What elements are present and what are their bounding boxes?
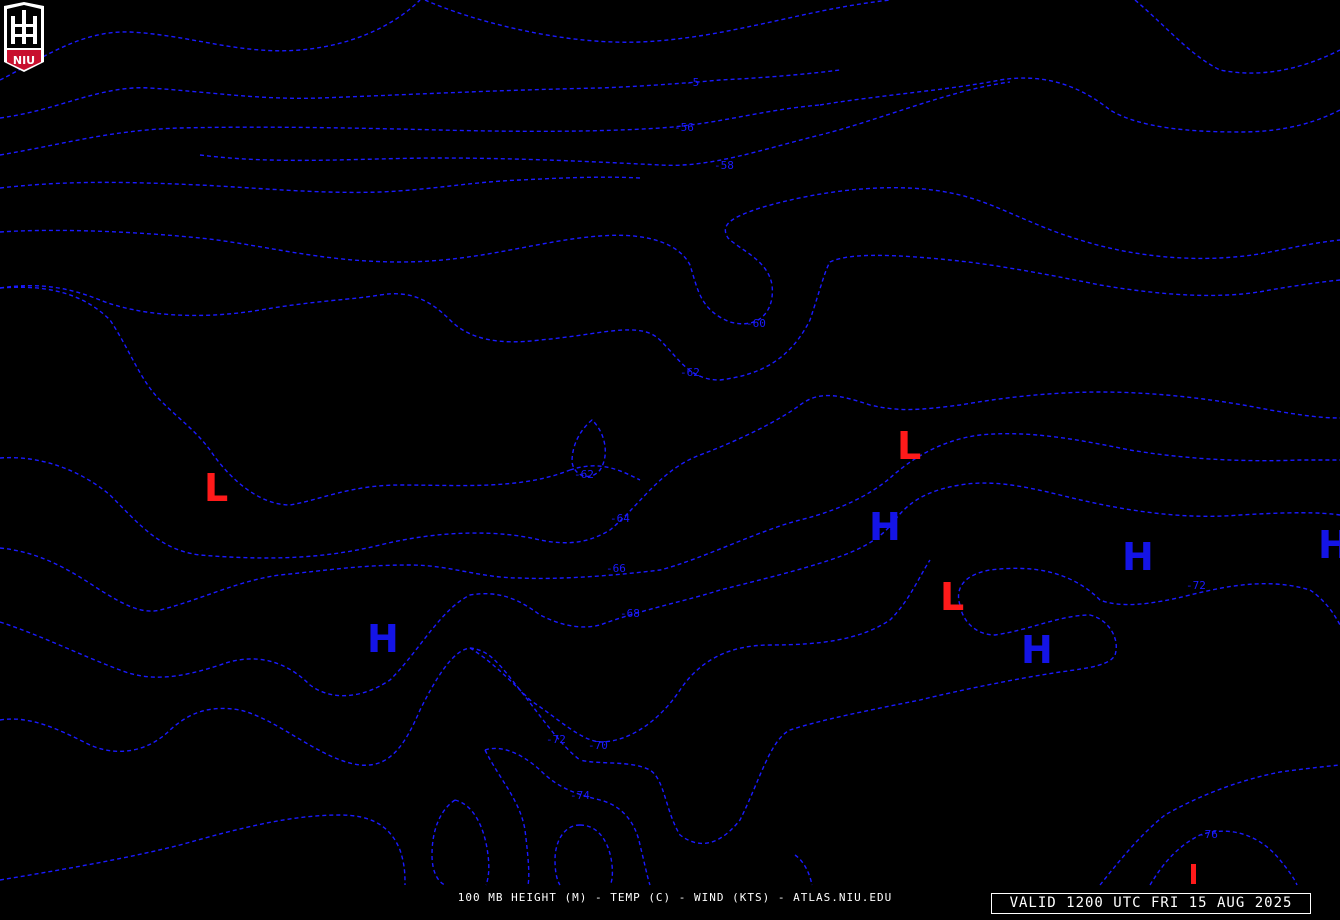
isotherm-line	[0, 176, 641, 194]
isotherm-line	[484, 749, 530, 886]
isotherm-line	[484, 747, 651, 886]
isotherm-label: -68	[620, 607, 640, 620]
isotherm-label: -66	[606, 562, 626, 575]
low-pressure-center: L	[940, 575, 964, 619]
isotherm-line	[554, 824, 581, 886]
isotherm-line	[0, 0, 421, 81]
high-pressure-center: H	[1122, 535, 1154, 579]
isotherm-line	[1134, 0, 1340, 74]
isotherm-line	[424, 0, 891, 43]
logo-text: NIU	[13, 54, 35, 67]
isotherm-label: -74	[570, 789, 590, 802]
weather-map: -5 -56 -58 -60 -62 -62 -64 -66 -68 -70 -…	[0, 0, 1340, 920]
isotherm-line	[0, 814, 406, 886]
isotherm-label: -72	[1186, 579, 1206, 592]
isotherm-line	[0, 254, 1340, 381]
isotherm-line	[1099, 764, 1340, 886]
niu-logo: NIU	[4, 2, 44, 72]
isotherm-line	[0, 104, 821, 156]
isotherm-line	[0, 187, 1340, 325]
isotherm-label: -72	[546, 733, 566, 746]
isotherm-line	[0, 69, 841, 119]
high-pressure-center: H	[869, 505, 901, 549]
isotherm-label: -62	[680, 366, 700, 379]
pressure-centers: H H H H H L L L	[204, 424, 1340, 884]
low-pressure-center: L	[204, 466, 228, 510]
isotherm-line	[454, 799, 490, 886]
isotherm-label: -62	[574, 468, 594, 481]
isotherm-line	[0, 286, 571, 506]
valid-time-box: VALID 1200 UTC FRI 15 AUG 2025	[991, 893, 1311, 914]
high-pressure-center: H	[1318, 523, 1340, 567]
high-pressure-center: H	[1021, 628, 1053, 672]
isotherm-label: -5	[686, 76, 699, 89]
low-pressure-center: L	[897, 424, 921, 468]
isotherm-line	[0, 433, 1340, 612]
low-pressure-center-partial	[1191, 864, 1196, 884]
high-pressure-center: H	[367, 617, 399, 661]
isotherm-line	[819, 77, 1340, 133]
isotherm-line	[1149, 830, 1298, 886]
isotherm-line	[794, 854, 813, 886]
isotherm-lines	[0, 0, 1340, 886]
isotherm-label: -76	[1198, 828, 1218, 841]
isotherm-label: -60	[746, 317, 766, 330]
isotherm-line	[431, 799, 456, 886]
isotherm-labels: -5 -56 -58 -60 -62 -62 -64 -66 -68 -70 -…	[546, 76, 1218, 841]
isotherm-label: -70	[588, 739, 608, 752]
isotherm-line	[199, 81, 1011, 167]
isotherm-line	[579, 824, 614, 886]
map-canvas: -5 -56 -58 -60 -62 -62 -64 -66 -68 -70 -…	[0, 0, 1340, 886]
isotherm-line	[0, 482, 1340, 697]
isotherm-label: -58	[714, 159, 734, 172]
isotherm-line	[0, 391, 1340, 559]
isotherm-label: -64	[610, 512, 630, 525]
isotherm-label: -56	[674, 121, 694, 134]
